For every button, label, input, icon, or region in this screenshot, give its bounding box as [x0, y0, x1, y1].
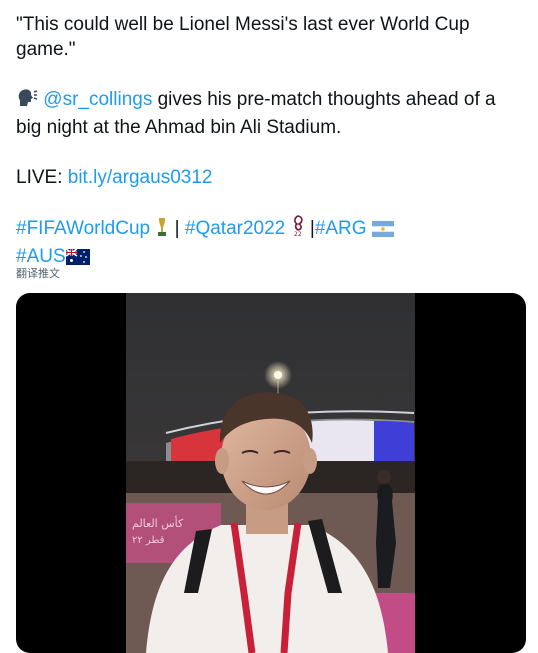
video-frame[interactable]: كأس العالم قطر ٢٢ — [126, 293, 415, 653]
hashtag-arg[interactable]: #ARG — [315, 218, 367, 239]
tweet-line-2: @sr_collings gives his pre-match thought… — [16, 87, 526, 140]
qatar-2022-logo-icon: 22 — [291, 215, 305, 244]
banner-text-2: قطر ٢٢ — [132, 535, 165, 546]
video-still: كأس العالم قطر ٢٢ — [126, 293, 415, 653]
hashtags-line: #FIFAWorldCup | #Qatar2022 22 |#ARG #AUS — [16, 215, 526, 272]
speaking-head-icon — [16, 88, 38, 115]
svg-text:22: 22 — [294, 231, 302, 237]
hashtag-qatar2022[interactable]: #Qatar2022 — [185, 218, 285, 239]
hashtag-fifaworldcup[interactable]: #FIFAWorldCup — [16, 218, 150, 239]
banner-text-1: كأس العالم — [132, 515, 184, 530]
tweet-live-line: LIVE: bit.ly/argaus0312 — [16, 165, 526, 190]
tweet-quote: "This could well be Lionel Messi's last … — [16, 14, 470, 60]
video-player[interactable]: كأس العالم قطر ٢٢ — [16, 293, 526, 653]
australia-flag-icon — [65, 247, 90, 272]
live-link[interactable]: bit.ly/argaus0312 — [68, 167, 213, 188]
tweet-text: "This could well be Lionel Messi's last … — [16, 12, 526, 272]
translate-tweet-link[interactable]: 翻译推文 — [16, 265, 60, 281]
trophy-icon — [155, 217, 169, 244]
live-label: LIVE: — [16, 167, 68, 188]
argentina-flag-icon — [371, 219, 394, 244]
separator: | — [174, 218, 180, 239]
hashtag-aus[interactable]: #AUS — [16, 246, 66, 267]
mention-link[interactable]: @sr_collings — [43, 89, 152, 110]
